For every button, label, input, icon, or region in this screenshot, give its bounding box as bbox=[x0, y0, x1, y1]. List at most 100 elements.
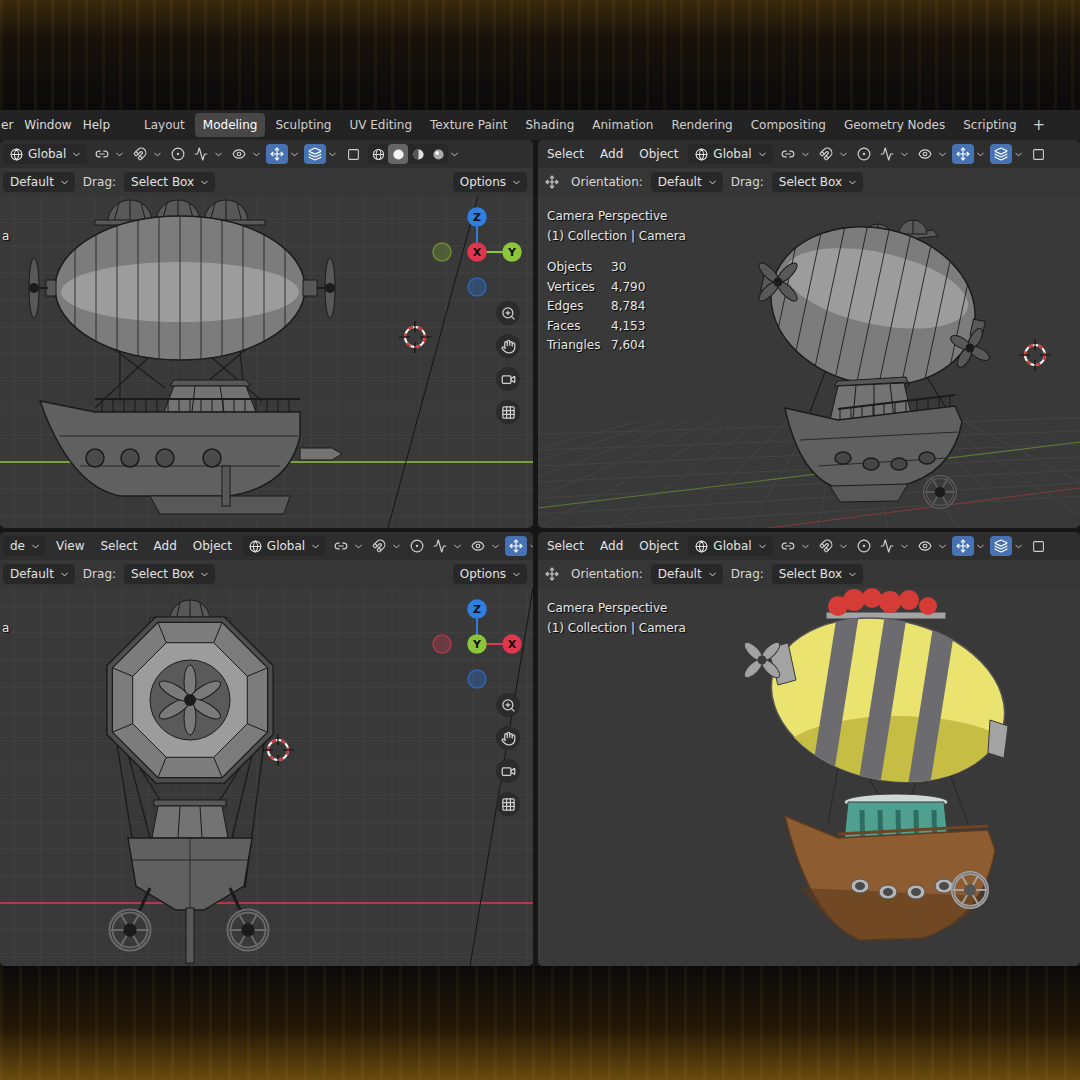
menu-button[interactable]: Add bbox=[594, 144, 629, 164]
pan-button[interactable] bbox=[496, 334, 520, 358]
projection-button[interactable] bbox=[496, 792, 520, 816]
workspace-tab[interactable]: Scripting bbox=[955, 113, 1024, 137]
axis-handle[interactable]: X bbox=[468, 243, 486, 261]
gizmo-toggle[interactable] bbox=[952, 536, 986, 556]
menu-button[interactable]: Select bbox=[541, 536, 590, 556]
zoom-button[interactable] bbox=[496, 693, 520, 717]
menu-button[interactable]: Add bbox=[148, 536, 183, 556]
mode-dropdown[interactable]: de bbox=[3, 536, 46, 556]
viewport-canvas[interactable]: Camera Perspective(1) Collection | Camer… bbox=[538, 588, 1080, 966]
3d-cursor[interactable] bbox=[262, 734, 294, 766]
workspace-tab[interactable]: UV Editing bbox=[341, 113, 420, 137]
camera-view-button[interactable] bbox=[496, 367, 520, 391]
negative-axis-handle[interactable] bbox=[468, 278, 486, 296]
viewport-canvas[interactable]: aZXY bbox=[0, 588, 533, 966]
pivot-point-button[interactable] bbox=[91, 144, 125, 164]
xray-toggle[interactable] bbox=[1028, 144, 1050, 164]
airship-model[interactable] bbox=[29, 196, 478, 528]
setting-dropdown[interactable]: Select Box bbox=[772, 172, 863, 192]
setting-dropdown[interactable]: Default bbox=[651, 564, 723, 584]
orientation-dropdown[interactable]: Global bbox=[242, 536, 326, 556]
visibility-button[interactable] bbox=[228, 144, 262, 164]
transform-tool-button[interactable] bbox=[541, 172, 563, 192]
workspace-tab[interactable]: Sculpting bbox=[267, 113, 339, 137]
orientation-dropdown[interactable]: Global bbox=[688, 536, 772, 556]
setting-dropdown[interactable]: Default bbox=[3, 564, 75, 584]
axis-handle[interactable]: Z bbox=[468, 208, 486, 226]
viewport-canvas[interactable]: Camera Perspective(1) Collection | Camer… bbox=[538, 196, 1080, 528]
xray-toggle[interactable] bbox=[1028, 536, 1050, 556]
visibility-button[interactable] bbox=[914, 536, 948, 556]
pan-button[interactable] bbox=[496, 726, 520, 750]
shading-button[interactable] bbox=[408, 144, 428, 164]
3d-cursor[interactable] bbox=[399, 321, 431, 353]
visibility-button[interactable] bbox=[914, 144, 948, 164]
negative-axis-handle[interactable] bbox=[433, 635, 451, 653]
workspace-tab[interactable]: Layout bbox=[136, 113, 193, 137]
menu-button[interactable]: View bbox=[50, 536, 90, 556]
axis-handle[interactable]: Z bbox=[468, 600, 486, 618]
options-dropdown[interactable]: Options bbox=[453, 172, 527, 192]
pivot-point-button[interactable] bbox=[330, 536, 364, 556]
airship-model[interactable] bbox=[107, 588, 533, 966]
options-dropdown[interactable]: Options bbox=[453, 564, 527, 584]
axis-handle[interactable]: Y bbox=[468, 635, 486, 653]
snapping-button[interactable] bbox=[815, 536, 849, 556]
transform-tool-button[interactable] bbox=[541, 564, 563, 584]
proportional-edit-button[interactable] bbox=[167, 144, 224, 164]
visibility-button[interactable] bbox=[467, 536, 501, 556]
workspace-tab[interactable]: Modeling bbox=[195, 113, 266, 137]
setting-dropdown[interactable]: Default bbox=[651, 172, 723, 192]
gizmo-toggle[interactable] bbox=[505, 536, 533, 556]
menu-item[interactable]: er bbox=[1, 118, 13, 132]
overlay-toggle[interactable] bbox=[990, 144, 1024, 164]
snapping-button[interactable] bbox=[368, 536, 402, 556]
menu-button[interactable]: Add bbox=[594, 536, 629, 556]
proportional-edit-button[interactable] bbox=[853, 144, 910, 164]
xray-toggle[interactable] bbox=[342, 144, 364, 164]
menu-button[interactable]: Select bbox=[541, 144, 590, 164]
shading-button[interactable] bbox=[388, 144, 408, 164]
setting-dropdown[interactable]: Select Box bbox=[124, 564, 215, 584]
pivot-point-button[interactable] bbox=[777, 536, 811, 556]
menu-item[interactable]: Window bbox=[24, 118, 71, 132]
orientation-dropdown[interactable]: Global bbox=[3, 144, 87, 164]
airship-model[interactable] bbox=[746, 206, 1051, 507]
airship-model[interactable] bbox=[741, 588, 1020, 940]
projection-button[interactable] bbox=[496, 400, 520, 424]
proportional-edit-button[interactable] bbox=[406, 536, 463, 556]
proportional-edit-button[interactable] bbox=[853, 536, 910, 556]
zoom-button[interactable] bbox=[496, 301, 520, 325]
snapping-button[interactable] bbox=[129, 144, 163, 164]
workspace-tab[interactable]: Geometry Nodes bbox=[836, 113, 953, 137]
orientation-dropdown[interactable]: Global bbox=[688, 144, 772, 164]
negative-axis-handle[interactable] bbox=[468, 670, 486, 688]
navigation-gizmo[interactable]: ZYX bbox=[432, 207, 522, 297]
overlay-toggle[interactable] bbox=[304, 144, 338, 164]
shading-button[interactable] bbox=[428, 144, 448, 164]
snapping-button[interactable] bbox=[815, 144, 849, 164]
menu-button[interactable]: Object bbox=[633, 536, 684, 556]
menu-item[interactable]: Help bbox=[83, 118, 110, 132]
workspace-tab[interactable]: Shading bbox=[518, 113, 583, 137]
setting-dropdown[interactable]: Select Box bbox=[772, 564, 863, 584]
3d-cursor[interactable] bbox=[1019, 339, 1051, 371]
setting-dropdown[interactable]: Select Box bbox=[124, 172, 215, 192]
menu-button[interactable]: Object bbox=[633, 144, 684, 164]
add-workspace-button[interactable]: + bbox=[1025, 116, 1054, 134]
pivot-point-button[interactable] bbox=[777, 144, 811, 164]
overlay-toggle[interactable] bbox=[990, 536, 1024, 556]
shading-button[interactable] bbox=[368, 144, 388, 164]
negative-axis-handle[interactable] bbox=[433, 243, 451, 261]
menu-button[interactable]: Select bbox=[94, 536, 143, 556]
viewport-canvas[interactable]: aZYX bbox=[0, 196, 533, 528]
workspace-tab[interactable]: Texture Paint bbox=[422, 113, 515, 137]
navigation-gizmo[interactable]: ZXY bbox=[432, 599, 522, 689]
workspace-tab[interactable]: Compositing bbox=[743, 113, 834, 137]
setting-dropdown[interactable]: Default bbox=[3, 172, 75, 192]
axis-handle[interactable]: X bbox=[503, 635, 521, 653]
axis-handle[interactable]: Y bbox=[503, 243, 521, 261]
gizmo-toggle[interactable] bbox=[952, 144, 986, 164]
camera-view-button[interactable] bbox=[496, 759, 520, 783]
menu-button[interactable]: Object bbox=[187, 536, 238, 556]
